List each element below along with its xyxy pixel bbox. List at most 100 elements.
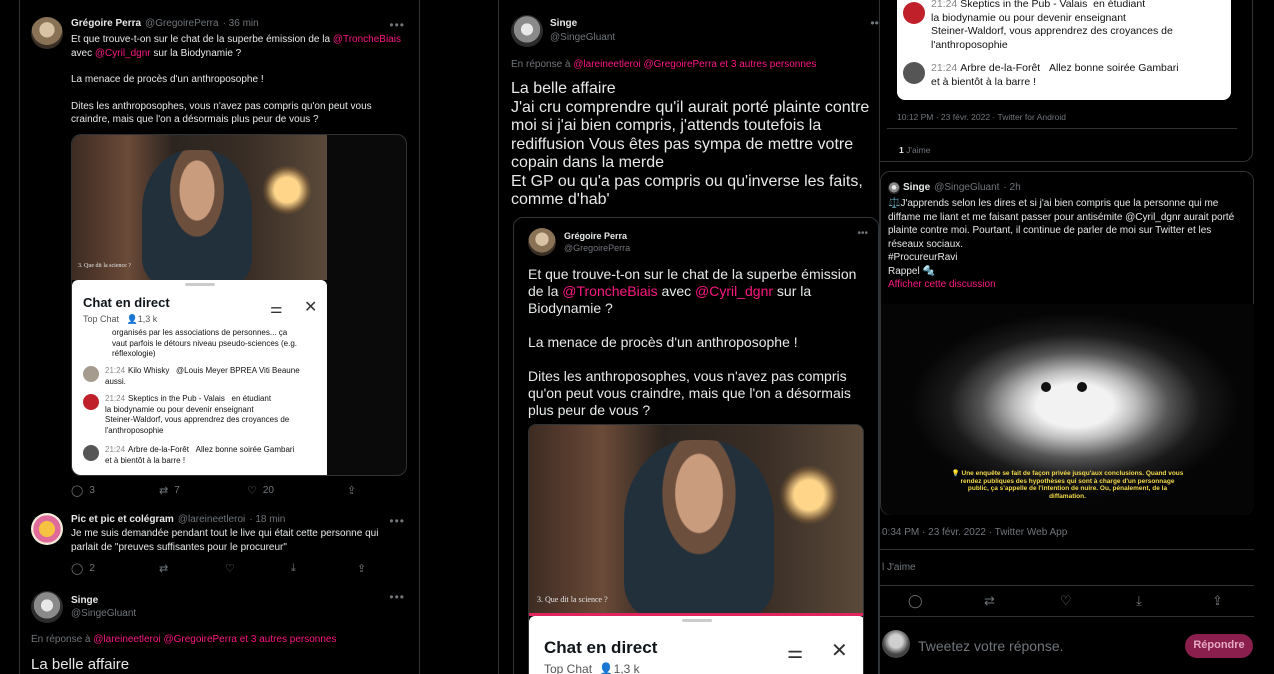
live-chat-panel: 21:24 Skeptics in the Pub - Valais en étu…	[897, 0, 1231, 100]
heart-icon: ♡	[225, 563, 235, 575]
author-name[interactable]: Grégoire Perra	[71, 18, 141, 29]
share-button[interactable]: ⇪	[1212, 593, 1223, 609]
viewers-icon: 👤	[126, 314, 138, 324]
chat-subtitle: Top Chat 👤1,3 k	[83, 314, 158, 324]
like-button[interactable]: ♡	[1060, 593, 1136, 609]
chat-message: 21:24 Arbre de-la-Forêt Allez bonne soiré…	[83, 445, 323, 466]
timeline-column-left: Grégoire Perra @GregoirePerra · 36 min •…	[0, 0, 420, 674]
avatar[interactable]	[31, 513, 63, 545]
heart-icon: ♡	[247, 485, 257, 497]
avatar[interactable]	[31, 17, 63, 49]
chat-message: 21:24 Skeptics in the Pub - Valais en étu…	[903, 0, 1223, 52]
more-icon[interactable]: •••	[389, 514, 405, 528]
tweet-actions: ◯ 2 ⇄ ♡ ⤓ ⇪	[71, 562, 371, 575]
reply-input[interactable]: Tweetez votre réponse.	[918, 638, 1064, 654]
author-name[interactable]: Singe	[550, 17, 615, 31]
more-icon[interactable]: •••	[857, 228, 868, 239]
quoted-tweet[interactable]: Grégoire Perra @GregoirePerra ••• Et que…	[513, 217, 879, 674]
mention-link[interactable]: @lareineetleroi @GregoirePerra	[573, 59, 717, 70]
reply-button[interactable]: ◯	[908, 593, 984, 609]
retweet-icon: ⇄	[159, 485, 169, 497]
show-thread-link[interactable]: Afficher cette discussion	[888, 278, 1250, 292]
filter-icon[interactable]: ⚌	[787, 642, 803, 663]
likes-count[interactable]: l J'aime	[882, 562, 916, 573]
author-name[interactable]: Singe	[903, 182, 930, 193]
more-icon[interactable]: •••	[870, 16, 879, 30]
tweet-detail-column: Singe @SingeGluant ••• En réponse à @lar…	[498, 0, 880, 674]
mention-link[interactable]: @Cyril_dgnr	[695, 283, 773, 299]
tweet-text: La belle affaire	[31, 656, 130, 673]
retweet-button[interactable]: ⇄ 7	[159, 484, 247, 497]
tweet-time[interactable]: · 18 min	[249, 514, 285, 525]
tweet-meta: 10:12 PM · 23 févr. 2022 · Twitter for A…	[897, 112, 1066, 122]
reply-button[interactable]: ◯ 2	[71, 562, 159, 575]
author-name: Grégoire Perra	[564, 231, 628, 241]
share-button[interactable]: ⇪	[357, 562, 366, 575]
author-handle[interactable]: @SingeGluant	[550, 31, 615, 45]
author-name[interactable]: Singe	[71, 594, 136, 607]
avatar[interactable]	[888, 182, 900, 194]
author-handle[interactable]: @SingeGluant	[71, 607, 136, 620]
retweet-button[interactable]: ⇄	[159, 562, 225, 575]
chat-message: 21:24 Kilo Whisky @Louis Meyer BPREA Viti…	[83, 366, 323, 387]
tweet-gregoire[interactable]: Grégoire Perra @GregoirePerra · 36 min •…	[19, 14, 419, 504]
avatar	[903, 2, 925, 24]
chat-subtitle: Top Chat 👤1,3 k	[544, 662, 640, 674]
mention-link[interactable]: @TroncheBiais	[562, 283, 657, 299]
live-chat-panel: Chat en direct Top Chat 👤1,3 k ⚌ ✕	[529, 616, 863, 674]
quoted-video[interactable]: 3. Que dit la science ? Chat en direct T…	[528, 424, 864, 674]
chat-title: Chat en direct	[544, 638, 658, 657]
tweet-actions: ◯ ⇄ ♡ ⤓ ⇪	[908, 593, 1228, 609]
tweet-text: La belle affaire J'ai cru comprendre qu'i…	[511, 80, 870, 208]
chat-message: 21:24 Skeptics in the Pub - Valais en étu…	[83, 394, 323, 436]
like-button[interactable]: ♡	[225, 562, 291, 575]
download-icon: ⤓	[291, 562, 296, 574]
download-icon: ⤓	[1136, 593, 1142, 608]
download-button[interactable]: ⤓	[291, 562, 357, 575]
reply-button[interactable]: ◯ 3	[71, 484, 159, 497]
avatar	[903, 62, 925, 84]
video-frame: 3. Que dit la science ?	[72, 135, 327, 285]
avatar	[83, 366, 99, 382]
tweet-time[interactable]: · 36 min	[223, 18, 259, 29]
tweet-lareine[interactable]: Pic et pic et colégram @lareineetleroi ·…	[19, 512, 419, 584]
more-icon[interactable]: •••	[389, 590, 405, 604]
tweet-text: Je me suis demandée pendant tout le live…	[71, 528, 379, 553]
reply-submit-button[interactable]: Répondre	[1185, 634, 1253, 658]
timeline-column-right: • 21:24Skeptics in the Pub - Valais en é…	[880, 0, 1274, 674]
author-handle: @GregoirePerra	[564, 243, 631, 253]
tweet-singe[interactable]: Singe @SingeGluant ••• En réponse à @lar…	[19, 590, 419, 674]
reply-icon: ◯	[71, 563, 84, 575]
avatar[interactable]	[511, 15, 543, 47]
live-chat-panel: Chat en direct Top Chat 👤1,3 k ⚌ ✕ organ…	[72, 280, 327, 475]
mention-link[interactable]: @Cyril_dgnr	[95, 48, 151, 59]
mention-link[interactable]: @lareineetleroi @GregoirePerra	[93, 634, 237, 645]
share-icon: ⇪	[347, 485, 357, 497]
reply-icon: ◯	[908, 593, 923, 608]
author-name[interactable]: Pic et pic et colégram	[71, 514, 174, 525]
tweet-video[interactable]: 3. Que dit la science ? Chat en direct T…	[71, 134, 407, 476]
author-handle[interactable]: @SingeGluant	[934, 182, 999, 193]
retweet-button[interactable]: ⇄	[984, 593, 1060, 609]
likes-count[interactable]: 1 J'aime	[899, 145, 930, 155]
mention-link[interactable]: @TroncheBiais	[333, 34, 401, 45]
tweet-time[interactable]: · 2h	[1003, 182, 1020, 193]
author-handle[interactable]: @lareineetleroi	[178, 514, 245, 525]
like-button[interactable]: ♡ 20	[247, 484, 347, 497]
chat-message: 21:24 Arbre de-la-Forêt Allez bonne soiré…	[903, 62, 1223, 89]
reply-context: En réponse à @lareineetleroi @GregoirePe…	[511, 59, 817, 70]
close-icon[interactable]: ✕	[304, 297, 317, 317]
tweet-singe-image[interactable]: Singe @SingeGluant · 2h ⚖️J'apprends sel…	[880, 171, 1254, 515]
close-icon[interactable]: ✕	[831, 638, 848, 663]
avatar[interactable]	[31, 591, 63, 623]
avatar	[83, 445, 99, 461]
quoted-card[interactable]: 21:24 Skeptics in the Pub - Valais en étu…	[880, 0, 1253, 162]
avatar[interactable]	[528, 228, 556, 256]
share-button[interactable]: ⇪	[347, 484, 356, 497]
more-icon[interactable]: •••	[389, 18, 405, 32]
filter-icon[interactable]: ⚌	[270, 300, 283, 317]
author-handle[interactable]: @GregoirePerra	[145, 18, 219, 29]
download-button[interactable]: ⤓	[1136, 593, 1212, 609]
monkey-photo[interactable]: 💡 Une enquête se fait de façon privée ju…	[881, 304, 1254, 515]
retweet-icon: ⇄	[984, 593, 995, 608]
